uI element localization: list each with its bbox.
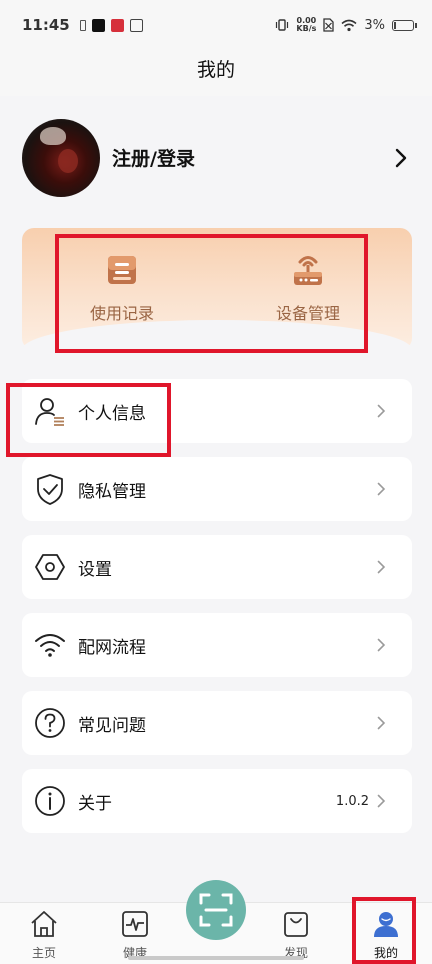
device-management-button[interactable]: 设备管理 <box>248 252 368 324</box>
wifi-icon <box>34 629 66 661</box>
device-management-label: 设备管理 <box>275 304 340 323</box>
net-speed: 0.00 KB/s <box>296 17 316 33</box>
hexagon-settings-icon <box>34 551 66 583</box>
battery-icon <box>392 19 417 31</box>
card-curve <box>22 320 412 350</box>
shield-check-icon <box>34 473 66 505</box>
avatar[interactable] <box>22 118 100 197</box>
menu-item-privacy[interactable]: 隐私管理 <box>22 457 412 521</box>
notification-icons <box>79 18 143 32</box>
menu-item-network-setup[interactable]: 配网流程 <box>22 613 412 677</box>
chevron-right-icon <box>377 794 386 808</box>
bag-icon <box>284 912 308 937</box>
vibrate-icon <box>276 19 289 31</box>
router-icon <box>294 256 322 285</box>
menu-label: 设置 <box>78 559 112 580</box>
menu-item-settings[interactable]: 设置 <box>22 535 412 599</box>
menu-item-about[interactable]: 关于 1.0.2 <box>22 769 412 833</box>
menu-label: 关于 <box>78 793 112 814</box>
profile-row[interactable]: 注册/登录 <box>0 100 432 215</box>
scan-button[interactable] <box>186 880 246 940</box>
app-version: 1.0.2 <box>335 793 369 809</box>
status-time: 11:45 <box>22 16 70 34</box>
nav-home-label: 主页 <box>31 946 56 960</box>
wifi-status-icon <box>341 19 357 31</box>
menu-label: 个人信息 <box>78 403 146 424</box>
record-icon <box>108 256 136 284</box>
gallery-app-icon <box>129 18 143 32</box>
status-right: 0.00 KB/s 3% <box>275 17 417 33</box>
menu-label: 常见问题 <box>78 715 146 736</box>
nav-home[interactable]: 主页 <box>14 909 74 961</box>
red-app-icon <box>110 18 124 32</box>
no-sim-icon <box>323 18 335 32</box>
net-speed-unit: KB/s <box>296 24 317 33</box>
tiktok-icon <box>91 18 105 32</box>
info-icon <box>34 785 66 817</box>
chevron-right-icon <box>377 638 386 652</box>
battery-saver-icon <box>79 19 86 31</box>
chevron-right-icon <box>377 716 386 730</box>
nav-mine-label: 我的 <box>373 946 398 960</box>
heart-rate-icon <box>122 911 148 937</box>
nav-discover[interactable]: 发现 <box>266 909 326 961</box>
menu-item-faq[interactable]: 常见问题 <box>22 691 412 755</box>
chevron-right-icon <box>377 560 386 574</box>
page-header: 我的 <box>0 50 432 96</box>
chevron-right-icon <box>377 482 386 496</box>
menu-label: 配网流程 <box>78 637 146 658</box>
login-label[interactable]: 注册/登录 <box>112 144 195 171</box>
page-title: 我的 <box>196 59 235 81</box>
nav-health[interactable]: 健康 <box>105 909 165 961</box>
user-icon <box>374 912 398 937</box>
scan-icon <box>199 893 233 927</box>
person-list-icon <box>34 395 66 427</box>
quick-actions-card: 使用记录 设备管理 <box>22 228 412 350</box>
home-icon <box>31 911 57 937</box>
battery-percent: 3% <box>364 17 385 33</box>
question-icon <box>34 707 66 739</box>
chevron-right-icon[interactable] <box>394 148 408 168</box>
status-bar: 11:45 0.00 KB/s 3% <box>0 0 432 50</box>
nav-mine[interactable]: 我的 <box>356 909 416 961</box>
menu-label: 隐私管理 <box>78 481 146 502</box>
menu-item-personal-info[interactable]: 个人信息 <box>22 379 412 443</box>
home-indicator[interactable] <box>128 956 304 960</box>
usage-record-label: 使用记录 <box>89 304 154 323</box>
chevron-right-icon <box>377 404 386 418</box>
usage-record-button[interactable]: 使用记录 <box>62 252 182 324</box>
